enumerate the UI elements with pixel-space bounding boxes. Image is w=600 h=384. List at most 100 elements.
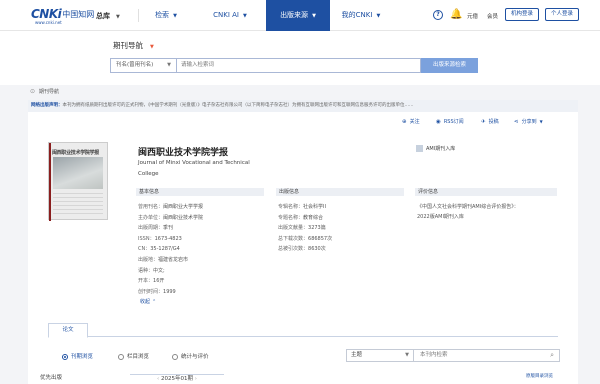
browse-by-column-radio[interactable]: 栏目浏览 (118, 352, 149, 360)
cici-link[interactable]: 元億 (467, 12, 478, 20)
help-icon[interactable]: ? (433, 10, 443, 20)
top-nav-bar: CNKi 中国知网 www.cnki.net 总库 ▼ 检索 ▼ CNKI AI ▼ … (0, 0, 600, 31)
breadcrumb-link[interactable]: 期刊导航 (39, 89, 59, 95)
basic-info-key: 出版周期： (138, 225, 164, 232)
eval-line-2: 2022版AMI期刊入库 (417, 214, 464, 220)
basic-info-key: 主办单位： (138, 214, 164, 221)
radio-icon (172, 353, 178, 360)
nav-search-menu[interactable]: 检索 ▼ (146, 0, 186, 31)
publish-notice: 网络出版声明：本刊为拥有纸质期刊出版许可的正式刊物，《中国学术期刊（光盘版）》电… (28, 100, 578, 112)
publish-info-value: 686857次 (308, 235, 333, 242)
basic-info-key: 语种： (138, 267, 154, 274)
rss-button[interactable]: ◉ RSS订阅 (436, 118, 464, 125)
radio-icon (118, 353, 124, 360)
chevron-up-icon: ⌃ (152, 299, 157, 305)
bell-icon[interactable]: 🔔 (450, 9, 462, 20)
publish-info-value: 8630次 (308, 246, 326, 253)
publish-info-row: 专辑名称：社会科学II (278, 203, 326, 210)
source-search-button[interactable]: 出版来源检索 (421, 58, 478, 73)
basic-info-row: 开本：16开 (138, 277, 164, 284)
logo-url: www.cnki.net (35, 20, 62, 25)
send-icon: ✈ (481, 119, 486, 125)
nav-mycnki-menu[interactable]: 我的CNKI ▼ (336, 0, 386, 31)
publish-info-value: 社会科学II (303, 204, 326, 210)
publish-info-row: 出版文献量：3273篇 (278, 224, 326, 231)
personal-login-button[interactable]: 个人登录 (545, 8, 579, 21)
catalog-browse-link[interactable]: 原版目录浏览 (526, 373, 553, 379)
stats-eval-label: 统计与评价 (181, 354, 209, 360)
search-icon[interactable]: ⌕ (550, 350, 554, 361)
ami-badge: AMI期刊入库 (416, 145, 455, 152)
tab-papers[interactable]: 论文 (48, 323, 88, 338)
chevron-down-icon: ▼ (312, 13, 316, 19)
issue-selector[interactable]: ‹ 2025年01期 › (130, 374, 224, 384)
follow-button[interactable]: ⊕ 关注 (402, 118, 420, 125)
search-input[interactable]: 请输入检索词 (177, 58, 421, 73)
first-publish-link[interactable]: 优先出版 (40, 373, 62, 381)
basic-info-value: 35-1287/G4 (150, 246, 180, 253)
logo-mark: CNKi (31, 7, 62, 21)
member-link[interactable]: 会员 (487, 12, 498, 20)
publish-info-row: 总下载次数：686857次 (278, 235, 332, 242)
share-label: 分享到 (521, 119, 537, 125)
institution-login-button[interactable]: 机构登录 (505, 8, 539, 21)
search-field-value: 刊名(曾用刊名) (116, 62, 154, 68)
notice-label: 网络出版声明： (31, 103, 63, 108)
share-icon: ⋖ (514, 119, 519, 125)
publish-info-row: 专题名称：教育综合 (278, 214, 323, 221)
basic-info-row: 语种：中文; (138, 267, 165, 274)
basic-info-value: 闽西职业技术学院 (163, 214, 204, 221)
notice-text: 本刊为拥有纸质期刊出版许可的正式刊物，《中国学术期刊（光盘版）》电子杂志社有限公… (62, 103, 414, 108)
nav-home-menu[interactable]: 总库 ▼ (96, 11, 120, 21)
submit-button[interactable]: ✈ 投稿 (481, 118, 499, 125)
basic-info-row: CN：35-1287/G4 (138, 245, 180, 252)
basic-info-key: 创刊时间： (138, 288, 164, 295)
journal-nav-label: 期刊导航 (113, 41, 143, 50)
journal-en-title: Journal of Minxi Vocational and Technica… (138, 160, 250, 177)
nav-ai-menu[interactable]: CNKI AI ▼ (205, 0, 255, 31)
collapse-link[interactable]: 收起 ⌃ (140, 298, 156, 305)
rss-icon: ◉ (436, 119, 441, 125)
breadcrumb: ⊙ 期刊导航 (30, 88, 59, 95)
basic-info-header: 基本信息 (136, 188, 264, 196)
nav-source-menu[interactable]: 出版来源 ▼ (266, 0, 330, 31)
basic-info-value: 中文; (153, 267, 165, 274)
journal-title: 闽西职业技术学院学报 (138, 148, 229, 158)
subject-select[interactable]: 主题 ▼ (346, 349, 414, 362)
chevron-down-icon: ▼ (539, 119, 543, 124)
publish-info-row: 总被引次数：8630次 (278, 245, 326, 252)
chevron-down-icon: ▼ (116, 14, 120, 20)
basic-info-key: ISSN： (138, 235, 155, 242)
in-journal-search-placeholder: 本刊内检索 (420, 352, 448, 358)
search-field-select[interactable]: 刊名(曾用刊名) ▼ (110, 58, 177, 73)
chevron-right-icon[interactable]: › (193, 376, 197, 382)
browse-by-issue-radio[interactable]: 刊期浏览 (62, 352, 93, 360)
nav-divider (138, 9, 139, 22)
basic-info-value: 福建省龙岩市 (158, 257, 189, 263)
basic-info-value: 闽西职业大学学报 (163, 204, 204, 210)
nav-mycnki-label: 我的CNKI (341, 11, 373, 19)
submit-label: 投稿 (488, 119, 499, 125)
publish-info-value: 3273篇 (308, 225, 326, 232)
basic-info-value: 1673-4823 (154, 235, 182, 242)
ami-badge-label: AMI期刊入库 (426, 146, 456, 152)
basic-info-row: 主办单位：闽西职业技术学院 (138, 214, 203, 221)
journal-nav-title[interactable]: 期刊导航 ▼ (113, 40, 154, 51)
journal-cover: 闽西职业技术学院学报 (48, 142, 108, 221)
publish-info-key: 总下载次数： (278, 235, 309, 242)
publish-info-key: 出版文献量： (278, 225, 309, 232)
cover-title: 闽西职业技术学院学报 (52, 150, 100, 156)
eval-line-1: 《中国人文社会科学期刊AMI综合评价报告》： (417, 204, 519, 210)
in-journal-search-input[interactable]: 本刊内检索 ⌕ (414, 349, 560, 362)
cnki-logo[interactable]: CNKi 中国知网 (31, 7, 94, 21)
badge-icon (416, 145, 423, 152)
share-button[interactable]: ⋖ 分享到 ▼ (514, 118, 543, 125)
basic-info-key: 出版地： (138, 257, 159, 263)
basic-info-row: 曾用刊名：闽西职业大学学报 (138, 203, 203, 210)
cover-text-lines (53, 193, 103, 215)
cover-photo (53, 157, 103, 189)
subject-value: 主题 (351, 352, 363, 358)
stats-eval-radio[interactable]: 统计与评价 (172, 352, 209, 360)
nav-search-label: 检索 (155, 11, 170, 19)
publish-info-header: 出版信息 (276, 188, 404, 196)
